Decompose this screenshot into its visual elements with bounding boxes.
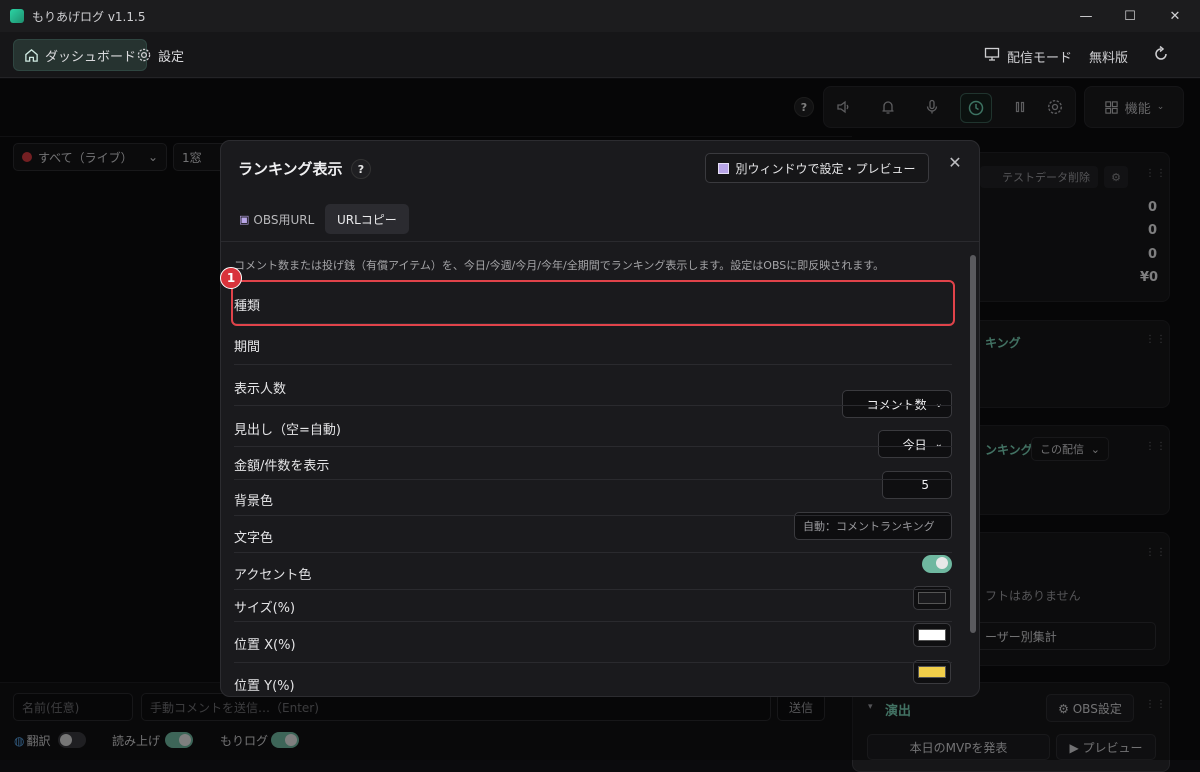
accent-color-row: アクセント色 <box>234 553 952 590</box>
separate-window-button[interactable]: 別ウィンドウで設定・プレビュー <box>705 153 929 183</box>
tab-obs-url-label: OBS用URL <box>253 212 315 227</box>
monitor-icon <box>984 47 1000 61</box>
robot-icon: ▣ <box>239 212 250 226</box>
refresh-icon[interactable] <box>1152 45 1170 63</box>
size-row: サイズ(%) <box>234 590 952 622</box>
modal-help-button[interactable]: ? <box>351 159 371 179</box>
tab-url-copy[interactable]: URLコピー <box>325 204 409 234</box>
step-badge: 1 <box>220 267 242 289</box>
period-row: 期間 <box>234 324 952 365</box>
window-icon <box>718 162 730 174</box>
tab-url-copy-label: URLコピー <box>337 212 397 227</box>
accent-color-label: アクセント色 <box>234 568 312 583</box>
bg-color-row: 背景色 <box>234 480 952 516</box>
size-label: サイズ(%) <box>234 601 296 616</box>
pos-y-row: 位置 Y(%) <box>234 663 952 696</box>
heading-row: 見出し（空=自動) <box>234 406 952 447</box>
settings-button[interactable]: 設定 <box>126 39 194 71</box>
period-label: 期間 <box>234 340 261 355</box>
home-icon <box>25 48 38 62</box>
modal-description: コメント数または投げ銭（有償アイテム）を、今日/今週/今月/今年/全期間でランキ… <box>234 259 885 272</box>
show-amount-row: 金額/件数を表示 <box>234 447 952 480</box>
modal-close-button[interactable]: ✕ <box>945 152 965 172</box>
dashboard-label: ダッシュボード <box>45 49 137 65</box>
plan-badge[interactable]: 無料版 <box>1089 47 1128 66</box>
close-window-button[interactable]: ✕ <box>1152 0 1198 32</box>
count-label: 表示人数 <box>234 382 287 397</box>
modal-scrollbar-thumb[interactable] <box>970 255 976 633</box>
maximize-button[interactable]: ☐ <box>1107 0 1153 32</box>
pos-x-row: 位置 X(%) <box>234 622 952 663</box>
highlight-frame <box>231 280 955 326</box>
settings-label: 設定 <box>158 49 185 65</box>
text-color-label: 文字色 <box>234 531 274 546</box>
modal-scrollbar[interactable] <box>969 245 977 695</box>
tab-obs-url[interactable]: ▣ OBS用URL <box>227 204 326 234</box>
separate-window-label: 別ウィンドウで設定・プレビュー <box>735 161 916 176</box>
nav-bar: ダッシュボード 設定 配信モード 無料版 <box>0 32 1200 78</box>
pos-x-label: 位置 X(%) <box>234 638 296 653</box>
app-logo-icon <box>10 9 24 23</box>
heading-label: 見出し（空=自動) <box>234 423 341 438</box>
pos-y-label: 位置 Y(%) <box>234 679 295 694</box>
show-amount-label: 金額/件数を表示 <box>234 459 330 474</box>
count-row: 表示人数 <box>234 365 952 406</box>
ranking-settings-modal: ランキング表示 ? 別ウィンドウで設定・プレビュー ✕ ▣ OBS用URL UR… <box>220 140 980 697</box>
minimize-button[interactable]: — <box>1063 0 1109 32</box>
modal-title: ランキング表示 <box>238 160 343 178</box>
text-color-row: 文字色 <box>234 516 952 553</box>
title-bar: もりあげログ v1.1.5 — ☐ ✕ <box>0 0 1200 32</box>
gear-icon <box>137 48 151 62</box>
window-title: もりあげログ v1.1.5 <box>32 9 146 24</box>
bg-color-label: 背景色 <box>234 494 274 509</box>
stream-mode-button[interactable]: 配信モード <box>1007 47 1072 66</box>
